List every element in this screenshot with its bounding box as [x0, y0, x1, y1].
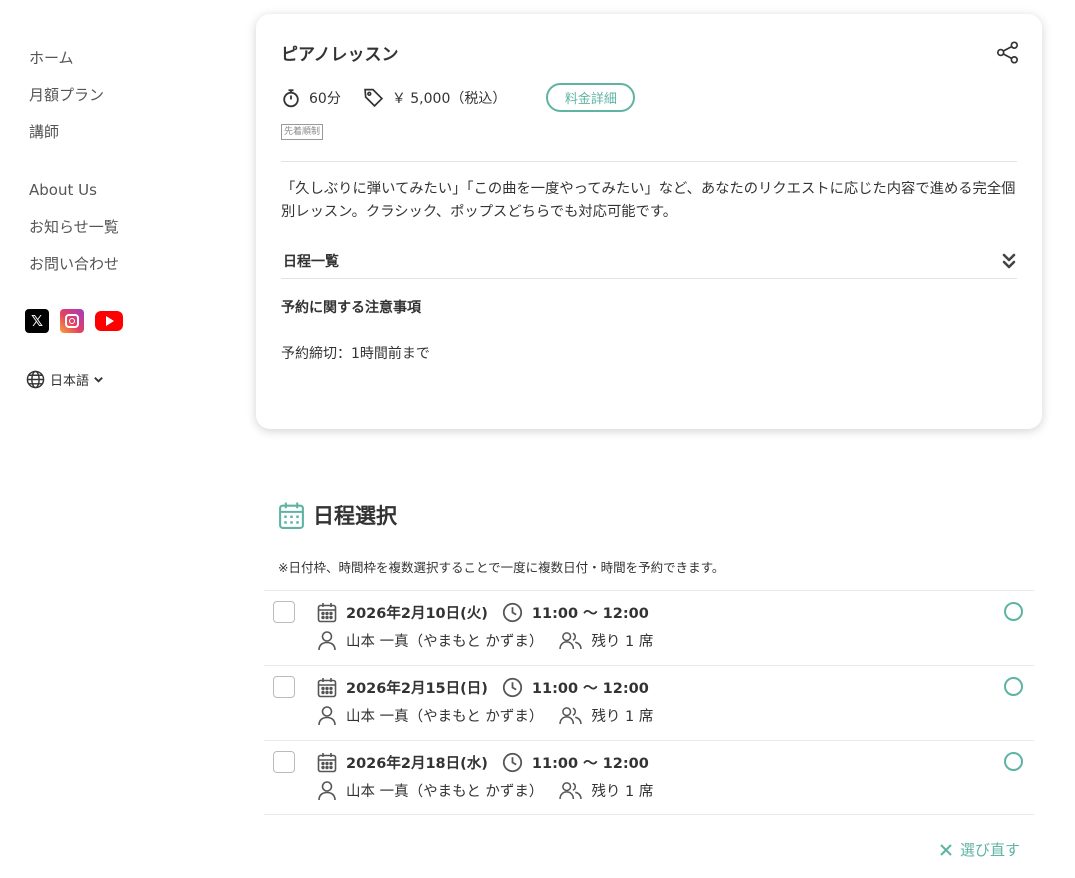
person-icon	[318, 781, 336, 801]
slot-checkbox[interactable]	[273, 601, 295, 623]
slot-details: 山本 一真（やまもと かずま） 残り 1 席	[317, 705, 653, 726]
duration-text: 60分	[309, 90, 341, 107]
social-links: 𝕏	[25, 309, 134, 333]
slot-checkbox[interactable]	[273, 676, 295, 698]
slot-remaining: 残り 1 席	[591, 784, 654, 800]
price: ￥ 5,000（税込）	[363, 87, 507, 108]
calendar-icon	[279, 502, 304, 529]
price-text: ￥ 5,000（税込）	[391, 90, 507, 107]
person-icon	[318, 631, 336, 651]
chevron-down-icon	[94, 377, 103, 383]
clock-icon	[502, 602, 522, 623]
double-chevron-down-icon	[1002, 253, 1016, 269]
language-label: 日本語	[50, 374, 90, 389]
schedule-list-label: 日程一覧	[283, 254, 339, 270]
available-status-icon	[1004, 677, 1023, 696]
close-icon	[940, 843, 952, 856]
globe-icon	[26, 370, 45, 389]
slot-item: 2026年2月18日(水) 11:00 〜 12:00 山本 一真（やまもと か…	[264, 740, 1034, 815]
schedule-title: 日程選択	[313, 504, 397, 528]
notes-heading: 予約に関する注意事項	[281, 300, 421, 316]
sidebar: ホーム 月額プラン 講師 About Us お知らせ一覧 お問い合わせ 𝕏 日本…	[0, 0, 240, 878]
slot-datetime: 2026年2月18日(水) 11:00 〜 12:00	[317, 752, 649, 773]
schedule-list-toggle[interactable]: 日程一覧	[281, 244, 1017, 279]
main-nav: ホーム 月額プラン 講師	[29, 47, 104, 158]
stopwatch-icon	[283, 88, 299, 107]
slot-details: 山本 一真（やまもと かずま） 残り 1 席	[317, 780, 653, 801]
sub-nav: About Us お知らせ一覧 お問い合わせ	[29, 179, 119, 290]
slot-item: 2026年2月10日(火) 11:00 〜 12:00 山本 一真（やまもと か…	[264, 590, 1034, 665]
schedule-note: ※日付枠、時間枠を複数選択することで一度に複数日付・時間を予約できます。	[278, 560, 725, 575]
schedule-heading: 日程選択	[278, 500, 397, 530]
lesson-description: 「久しぶりに弾いてみたい」「この曲を一度やってみたい」など、あなたのリクエストに…	[281, 181, 1016, 220]
calendar-icon	[317, 603, 337, 623]
nav-link-monthly-plan[interactable]: 月額プラン	[29, 84, 104, 121]
slot-details: 山本 一真（やまもと かずま） 残り 1 席	[317, 630, 653, 651]
slot-item: 2026年2月15日(日) 11:00 〜 12:00 山本 一真（やまもと か…	[264, 665, 1034, 740]
slot-remaining: 残り 1 席	[591, 634, 654, 650]
people-icon	[559, 707, 583, 725]
nav-link-instructors[interactable]: 講師	[29, 121, 104, 158]
slot-time: 11:00 〜 12:00	[531, 681, 649, 697]
nav-link-news[interactable]: お知らせ一覧	[29, 216, 119, 253]
clock-icon	[502, 752, 522, 773]
reset-selection-button[interactable]: 選び直す	[939, 839, 1020, 860]
youtube-icon[interactable]	[95, 311, 123, 331]
nav-link-contact[interactable]: お問い合わせ	[29, 253, 119, 290]
x-logo-icon[interactable]: 𝕏	[25, 309, 49, 333]
slot-date: 2026年2月18日(水)	[346, 756, 488, 772]
language-selector[interactable]: 日本語	[26, 370, 109, 389]
slot-date: 2026年2月15日(日)	[346, 681, 488, 697]
calendar-icon	[317, 678, 337, 698]
slot-date: 2026年2月10日(火)	[346, 606, 488, 622]
nav-link-about[interactable]: About Us	[29, 179, 119, 216]
price-detail-button[interactable]: 料金詳細	[546, 83, 636, 112]
people-icon	[559, 632, 583, 650]
people-icon	[559, 782, 583, 800]
slot-datetime: 2026年2月15日(日) 11:00 〜 12:00	[317, 677, 649, 698]
slot-teacher: 山本 一真（やまもと かずま）	[346, 784, 544, 800]
slot-teacher: 山本 一真（やまもと かずま）	[346, 634, 544, 650]
tag-icon	[364, 88, 383, 108]
instagram-icon[interactable]	[60, 309, 84, 333]
reset-label: 選び直す	[960, 841, 1021, 859]
notes-body: 予約締切：1時間前まで	[281, 346, 430, 362]
calendar-icon	[317, 753, 337, 773]
person-icon	[318, 706, 336, 726]
first-come-badge: 先着順制	[281, 124, 324, 140]
slot-teacher: 山本 一真（やまもと かずま）	[346, 709, 544, 725]
share-icon[interactable]	[995, 40, 1020, 69]
lesson-title: ピアノレッスン	[281, 45, 399, 65]
slot-time: 11:00 〜 12:00	[531, 606, 649, 622]
slot-remaining: 残り 1 席	[591, 709, 654, 725]
lesson-card: ピアノレッスン 60分 ￥ 5,000（税込） 料金詳細 先着順制 「久しぶりに…	[256, 14, 1042, 429]
lesson-meta: 60分 ￥ 5,000（税込） 料金詳細	[281, 83, 636, 112]
slot-list: 2026年2月10日(火) 11:00 〜 12:00 山本 一真（やまもと か…	[264, 590, 1034, 815]
divider	[281, 161, 1017, 162]
slot-datetime: 2026年2月10日(火) 11:00 〜 12:00	[317, 602, 649, 623]
available-status-icon	[1004, 602, 1023, 621]
nav-link-home[interactable]: ホーム	[29, 47, 104, 84]
duration: 60分	[281, 88, 341, 108]
slot-time: 11:00 〜 12:00	[531, 756, 649, 772]
available-status-icon	[1004, 752, 1023, 771]
slot-checkbox[interactable]	[273, 751, 295, 773]
clock-icon	[502, 677, 522, 698]
